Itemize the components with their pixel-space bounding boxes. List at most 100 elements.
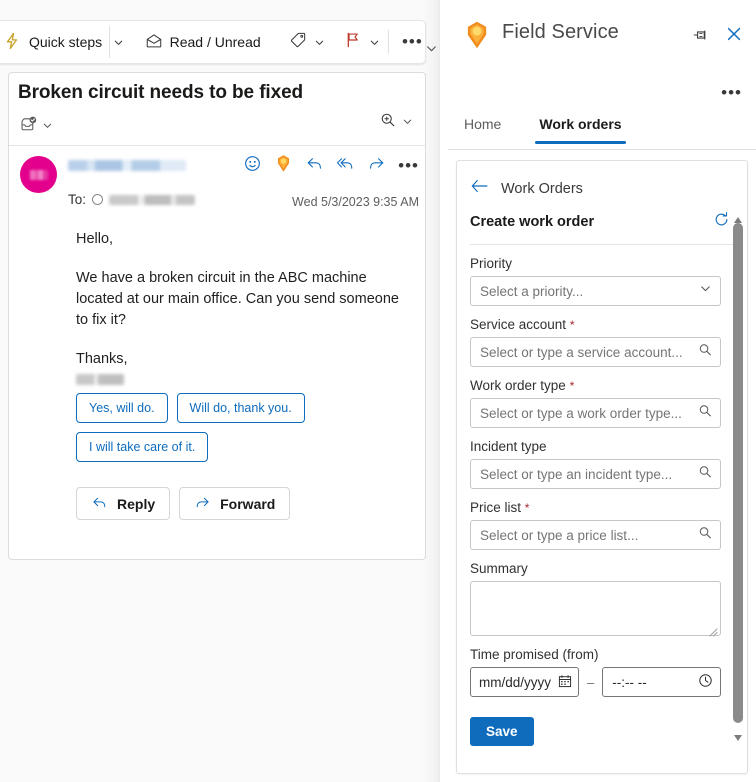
incident-type-placeholder: Select or type an incident type... xyxy=(480,466,673,482)
chevron-down-icon[interactable] xyxy=(42,118,53,136)
field-service-account: Service account * Select or type a servi… xyxy=(470,317,721,367)
avatar[interactable] xyxy=(20,156,57,193)
sender-name-redacted xyxy=(68,160,186,171)
flag-button[interactable] xyxy=(340,26,365,58)
quick-steps-label: Quick steps xyxy=(29,34,103,50)
pin-icon[interactable] xyxy=(692,26,710,49)
priority-select[interactable]: Select a priority... xyxy=(470,276,721,306)
search-icon xyxy=(698,465,712,484)
price-list-input[interactable]: Select or type a price list... xyxy=(470,520,721,550)
field-service-tabs: Home Work orders xyxy=(448,114,756,150)
forward-button[interactable]: Forward xyxy=(179,487,291,520)
message-text: Hello, We have a broken circuit in the A… xyxy=(76,229,413,385)
summary-textarea[interactable] xyxy=(470,581,721,637)
time-promised-row: mm/dd/yyyy – --:-- -- xyxy=(470,667,721,697)
suggested-reply-2[interactable]: Will do, thank you. xyxy=(176,393,305,423)
scrollbar-thumb[interactable] xyxy=(733,223,743,723)
mail-toolbar-overflow-button[interactable]: ••• xyxy=(400,26,425,58)
sender-email-redacted xyxy=(68,176,268,187)
date-placeholder: mm/dd/yyyy xyxy=(479,674,552,690)
quick-steps-button[interactable]: Quick steps xyxy=(0,26,109,58)
label-text: Service account xyxy=(470,317,567,332)
tag-button[interactable] xyxy=(286,26,311,58)
read-unread-label: Read / Unread xyxy=(169,34,261,50)
service-account-input[interactable]: Select or type a service account... xyxy=(470,337,721,367)
to-label: To: xyxy=(68,192,87,207)
field-service-title: Field Service xyxy=(502,21,619,43)
field-service-header: Field Service ••• xyxy=(448,0,756,101)
avatar-initials-redacted xyxy=(29,169,48,180)
chevron-down-icon[interactable] xyxy=(402,114,413,132)
field-summary-label: Summary xyxy=(470,561,528,576)
field-work-order-type: Work order type * Select or type a work … xyxy=(470,378,721,428)
inbox-checkmark-icon xyxy=(19,115,38,139)
reply-button[interactable]: Reply xyxy=(76,487,171,520)
required-marker: * xyxy=(569,379,575,393)
field-service-account-label: Service account * xyxy=(470,317,721,332)
required-marker: * xyxy=(524,501,530,515)
label-text: Price list xyxy=(470,500,522,515)
tag-dropdown[interactable] xyxy=(311,26,328,58)
panel-heading: Create work order xyxy=(470,214,595,230)
forward-icon xyxy=(194,494,211,514)
application-window: Quick steps Read / Unread ••• Broken cir… xyxy=(0,0,756,782)
incident-type-input[interactable]: Select or type an incident type... xyxy=(470,459,721,489)
field-priority: Priority Select a priority... xyxy=(470,256,721,306)
field-price-list-label: Price list * xyxy=(470,500,721,515)
presence-indicator-icon xyxy=(92,194,104,205)
scroll-down-arrow-icon[interactable] xyxy=(733,729,743,741)
calendar-icon[interactable] xyxy=(558,674,572,691)
field-service-panel: Field Service ••• Home Work orders Work … xyxy=(448,0,756,782)
quick-steps-dropdown[interactable] xyxy=(109,26,126,58)
tab-home[interactable]: Home xyxy=(460,114,505,144)
scroll-up-arrow-icon[interactable] xyxy=(733,211,743,223)
suggested-replies: Yes, will do. Will do, thank you. I will… xyxy=(76,393,376,462)
panel-overflow-button[interactable]: ••• xyxy=(721,84,742,101)
field-work-order-type-label: Work order type * xyxy=(470,378,721,393)
message-timestamp: Wed 5/3/2023 9:35 AM xyxy=(292,195,419,209)
flag-icon xyxy=(344,31,362,54)
message-card: Broken circuit needs to be fixed ••• To:… xyxy=(8,72,426,560)
work-order-form: Priority Select a priority... Service ac… xyxy=(457,256,747,697)
back-arrow-icon[interactable] xyxy=(470,177,490,200)
range-separator: – xyxy=(587,674,595,690)
suggested-reply-3[interactable]: I will take care of it. xyxy=(76,432,209,462)
time-promised-time-input[interactable]: --:-- -- xyxy=(602,667,721,697)
panel-scrollbar[interactable] xyxy=(731,211,745,741)
reply-button-label: Reply xyxy=(117,495,156,512)
chevron-down-icon xyxy=(314,37,325,48)
close-icon[interactable] xyxy=(724,24,744,49)
tab-work-orders[interactable]: Work orders xyxy=(535,114,626,144)
service-account-placeholder: Select or type a service account... xyxy=(480,344,683,360)
time-promised-date-input[interactable]: mm/dd/yyyy xyxy=(470,667,579,697)
refresh-icon[interactable] xyxy=(713,211,730,233)
zoom-control[interactable] xyxy=(379,111,413,134)
folder-indicator[interactable] xyxy=(19,115,53,139)
recipient-name-redacted xyxy=(109,194,196,205)
breadcrumb[interactable]: Work Orders xyxy=(457,161,747,200)
signature-name-redacted xyxy=(76,374,124,385)
clock-icon[interactable] xyxy=(698,673,713,691)
toolbar-divider xyxy=(387,30,389,54)
search-icon xyxy=(698,343,712,362)
mail-toolbar: Quick steps Read / Unread ••• xyxy=(0,20,426,64)
price-list-placeholder: Select or type a price list... xyxy=(480,527,639,543)
panel-heading-row: Create work order xyxy=(457,200,747,233)
chevron-down-icon xyxy=(113,37,124,48)
search-icon xyxy=(698,404,712,423)
page-title: Broken circuit needs to be fixed xyxy=(18,82,304,103)
toolbar-expand-button[interactable] xyxy=(425,42,438,60)
message-paragraph: We have a broken circuit in the ABC mach… xyxy=(76,270,399,328)
create-work-order-card: Work Orders Create work order Priority S… xyxy=(456,160,748,774)
resize-grip-icon[interactable] xyxy=(709,624,718,637)
field-time-promised: Time promised (from) mm/dd/yyyy – --:-- … xyxy=(470,647,721,697)
suggested-reply-1[interactable]: Yes, will do. xyxy=(76,393,168,423)
save-button[interactable]: Save xyxy=(470,717,534,746)
label-text: Work order type xyxy=(470,378,566,393)
work-order-type-input[interactable]: Select or type a work order type... xyxy=(470,398,721,428)
required-marker: * xyxy=(569,318,575,332)
flag-dropdown[interactable] xyxy=(365,26,382,58)
read-unread-button[interactable]: Read / Unread xyxy=(138,26,268,58)
reply-forward-row: Reply Forward xyxy=(76,487,413,520)
reply-icon xyxy=(91,494,108,514)
